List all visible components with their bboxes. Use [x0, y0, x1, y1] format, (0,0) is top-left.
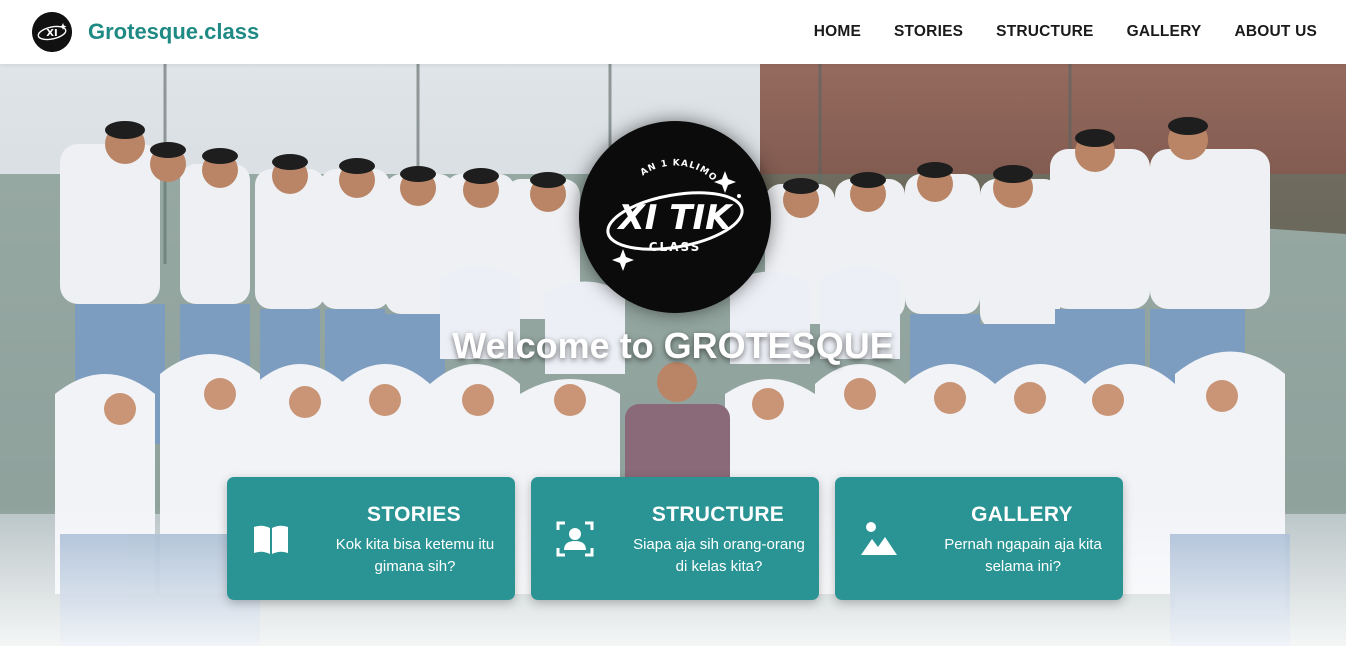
- nav-stories[interactable]: STORIES: [894, 23, 963, 41]
- emblem-sub-text: CLASS: [649, 240, 702, 254]
- top-navbar: XI Grotesque.class HOME STORIES STRUCTUR…: [0, 0, 1346, 64]
- card-title: GALLERY: [971, 503, 1073, 526]
- card-title: STORIES: [367, 503, 461, 526]
- card-description: Kok kita bisa ketemu itu gimana sih?: [335, 536, 495, 575]
- welcome-heading: Welcome to GROTESQUE: [452, 325, 894, 366]
- stories-card[interactable]: STORIES Kok kita bisa ketemu itu gimana …: [227, 477, 515, 600]
- nav-home[interactable]: HOME: [814, 23, 861, 41]
- gallery-card[interactable]: GALLERY Pernah ngapain aja kita selama i…: [835, 477, 1123, 600]
- card-description: Siapa aja sih orang-orang di kelas kita?: [633, 536, 805, 575]
- brand[interactable]: XI Grotesque.class: [32, 12, 259, 52]
- nav-gallery[interactable]: GALLERY: [1127, 23, 1202, 41]
- class-emblem: SMAN 1 KALIMOH XI TIK CLASS: [579, 121, 771, 313]
- svg-text:XI: XI: [46, 28, 57, 39]
- structure-card[interactable]: STRUCTURE Siapa aja sih orang-orang di k…: [531, 477, 819, 600]
- emblem-main-text: XI TIK: [617, 198, 735, 238]
- main-nav: HOME STORIES STRUCTURE GALLERY ABOUT US: [781, 0, 1317, 64]
- nav-about-us[interactable]: ABOUT US: [1234, 23, 1317, 41]
- card-description: Pernah ngapain aja kita selama ini?: [944, 536, 1102, 575]
- image-icon: [861, 522, 897, 555]
- hero-section: SMAN 1 KALIMOH XI TIK CLASS Welcome to G…: [0, 64, 1346, 646]
- brand-name: Grotesque.class: [88, 19, 260, 44]
- class-logo-icon: XI: [32, 12, 72, 52]
- svg-text:SMAN 1 KALIMOH: SMAN 1 KALIMOH: [579, 121, 719, 184]
- user-frame-icon: [556, 521, 594, 557]
- card-title: STRUCTURE: [651, 503, 785, 526]
- nav-structure[interactable]: STRUCTURE: [996, 23, 1093, 41]
- book-icon: [254, 525, 288, 554]
- xi-tik-logo-icon: SMAN 1 KALIMOH XI TIK CLASS: [579, 121, 744, 271]
